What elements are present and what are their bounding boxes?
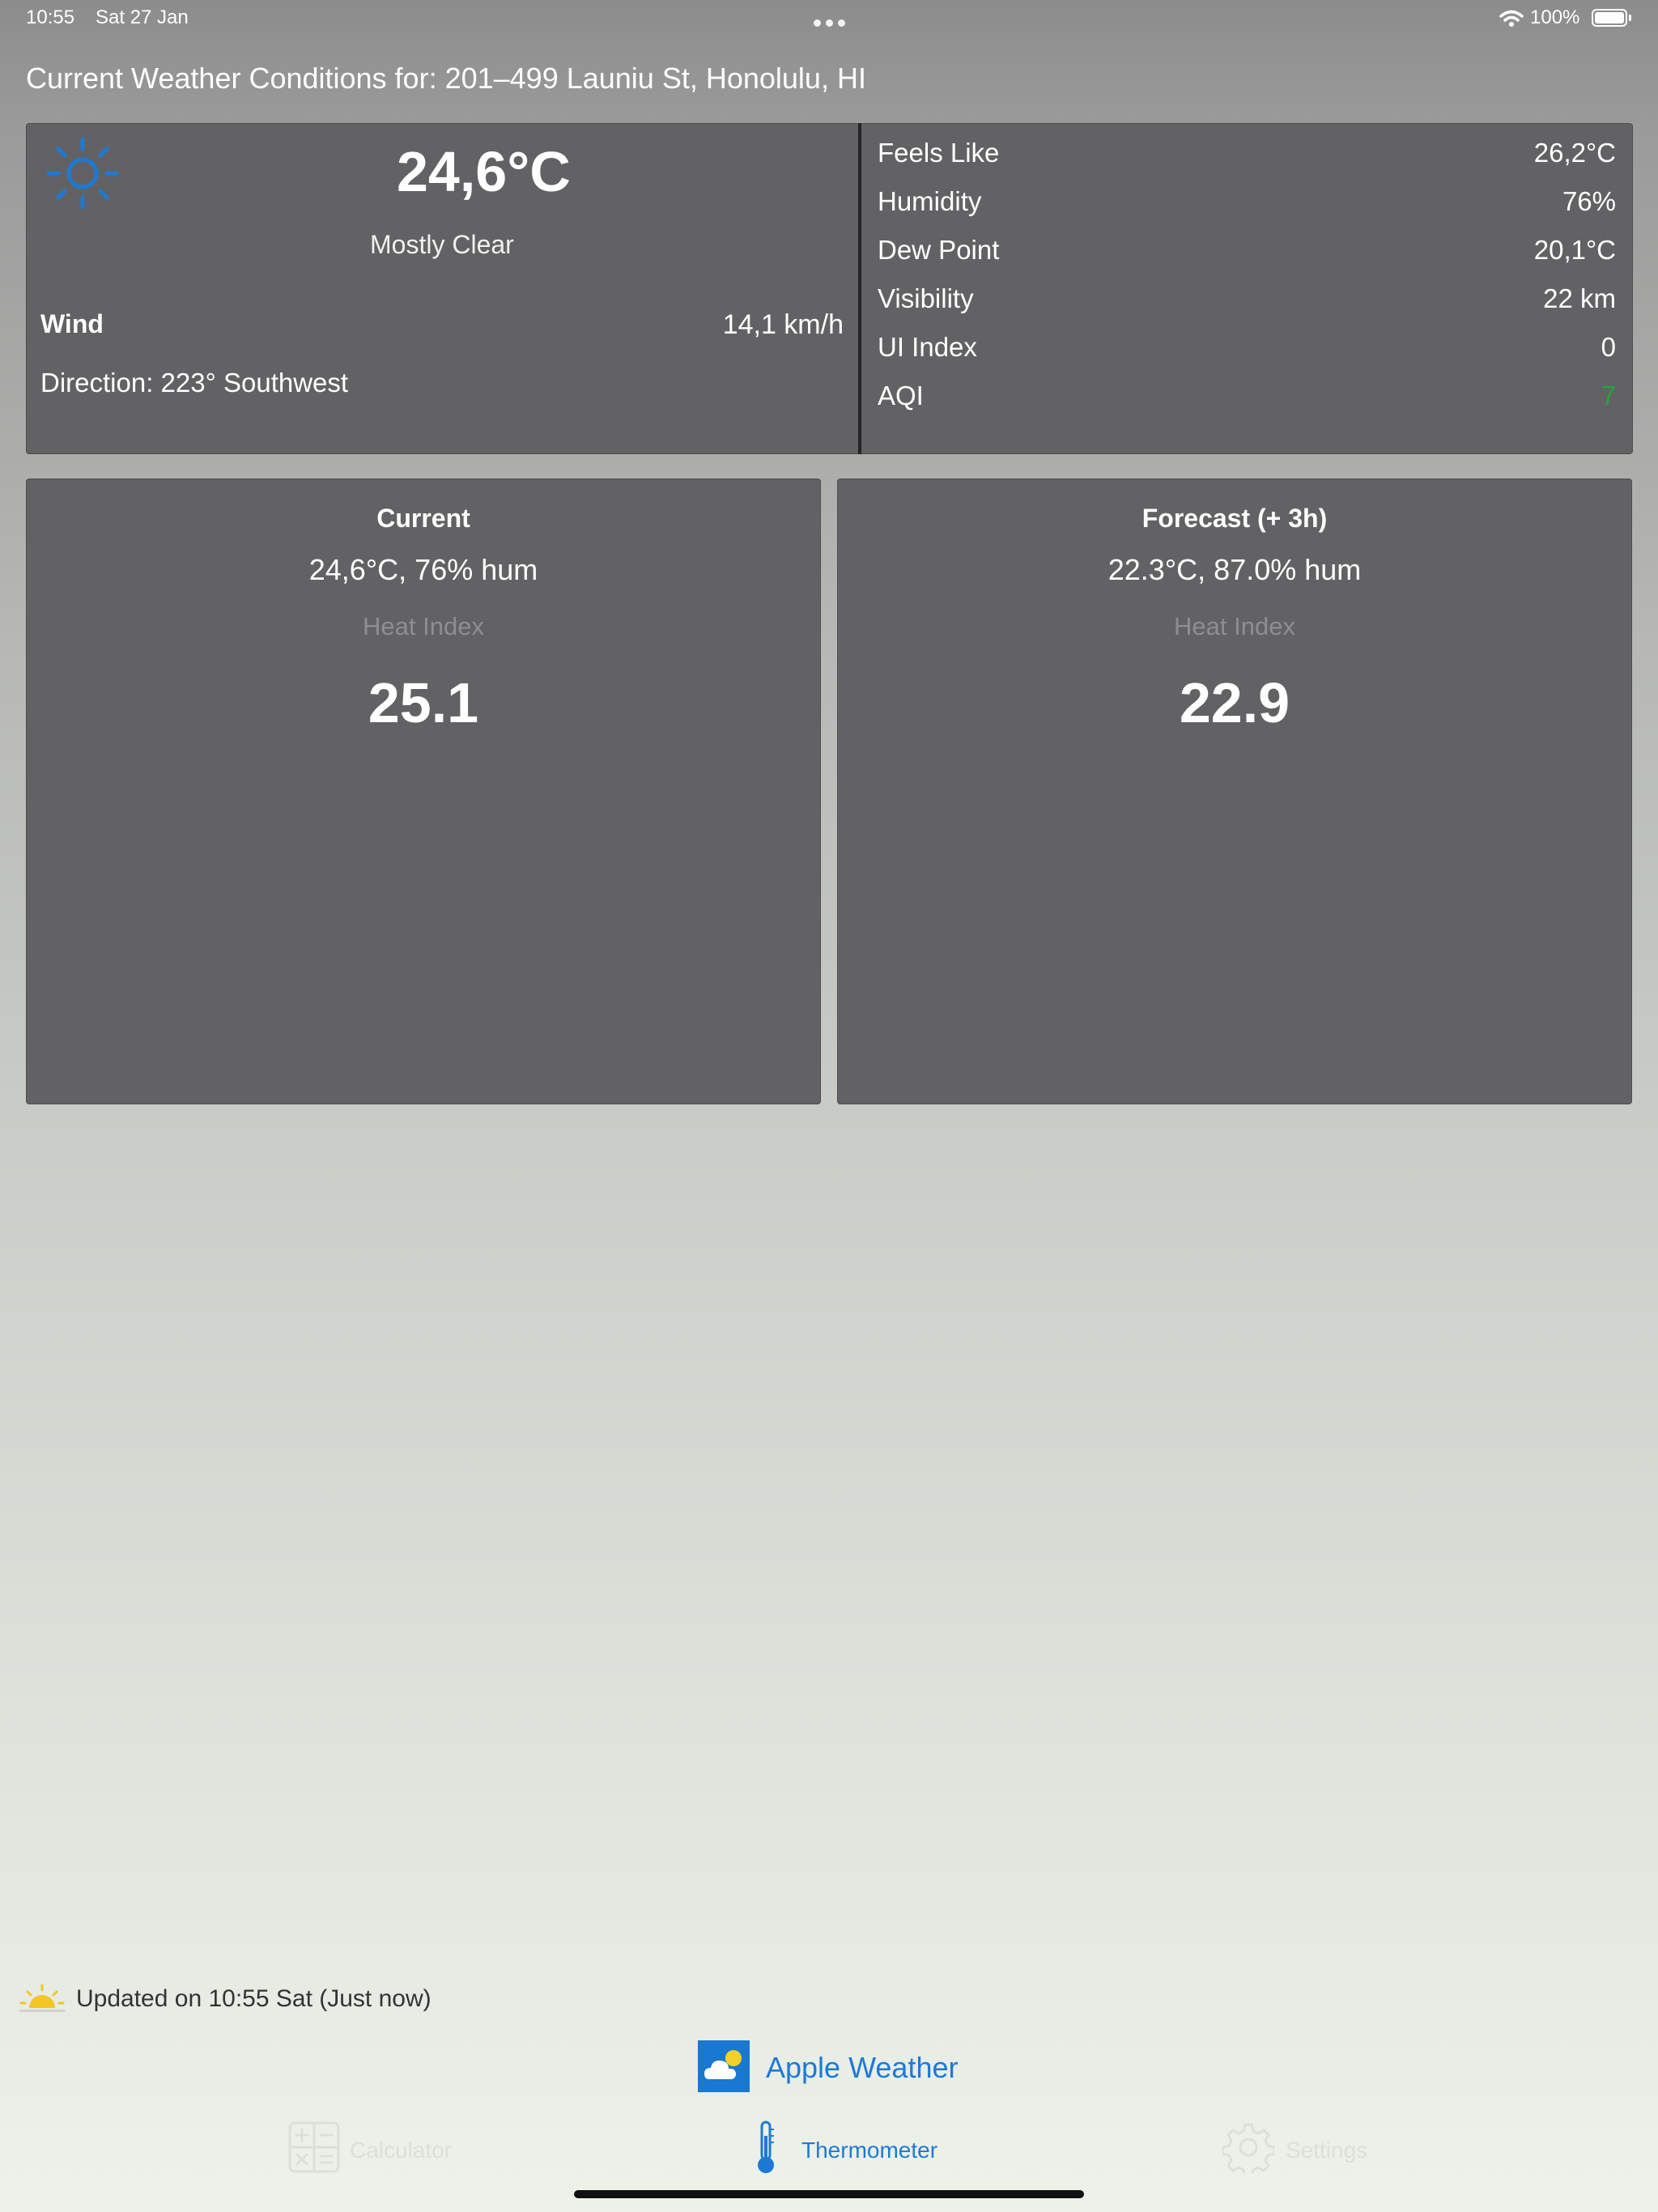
page-title: Current Weather Conditions for: 201–499 … bbox=[26, 62, 866, 95]
home-indicator[interactable] bbox=[574, 2190, 1084, 2198]
calculator-icon[interactable] bbox=[288, 2121, 340, 2173]
battery-icon bbox=[1592, 9, 1627, 27]
wind-direction: Direction: 223° Southwest bbox=[40, 368, 349, 398]
battery-nub bbox=[1629, 15, 1631, 21]
detail-row-feels-like: Feels Like 26,2°C bbox=[878, 138, 1616, 178]
heat-index-current-card: Current 24,6°C, 76% hum Heat Index 25.1 bbox=[26, 479, 821, 1104]
detail-label: Visibility bbox=[878, 283, 974, 313]
battery-percent: 100% bbox=[1530, 6, 1580, 28]
thermometer-icon[interactable] bbox=[753, 2120, 779, 2176]
weather-condition: Mostly Clear bbox=[370, 230, 514, 259]
tab-thermometer[interactable]: Thermometer bbox=[801, 2138, 937, 2163]
wind-speed: 14,1 km/h bbox=[722, 309, 844, 340]
detail-value: 26,2°C bbox=[1533, 138, 1616, 168]
card-divider bbox=[858, 123, 861, 454]
aqi-value: 7 bbox=[1601, 381, 1616, 410]
sun-icon bbox=[46, 137, 119, 210]
sunrise-icon bbox=[19, 1984, 65, 2012]
tab-settings[interactable]: Settings bbox=[1286, 2138, 1367, 2163]
detail-row-visibility: Visibility 22 km bbox=[878, 283, 1616, 324]
detail-label: AQI bbox=[878, 381, 924, 410]
detail-label: Dew Point bbox=[878, 235, 1000, 265]
detail-value: 0 bbox=[1601, 332, 1616, 362]
detail-label: Humidity bbox=[878, 186, 982, 216]
detail-value: 20,1°C bbox=[1533, 235, 1616, 265]
heat-index-forecast-card: Forecast (+ 3h) 22.3°C, 87.0% hum Heat I… bbox=[837, 479, 1632, 1104]
detail-label: UI Index bbox=[878, 332, 977, 362]
gear-icon[interactable] bbox=[1222, 2121, 1274, 2173]
status-date: Sat 27 Jan bbox=[96, 6, 189, 28]
heat-index-label: Heat Index bbox=[363, 612, 484, 640]
detail-row-humidity: Humidity 76% bbox=[878, 186, 1616, 227]
status-time: 10:55 bbox=[26, 6, 75, 28]
detail-row-uv-index: UI Index 0 bbox=[878, 332, 1616, 372]
card-title: Forecast (+ 3h) bbox=[1141, 504, 1328, 533]
apple-weather-link[interactable]: Apple Weather bbox=[766, 2051, 958, 2085]
detail-row-dew-point: Dew Point 20,1°C bbox=[878, 235, 1616, 275]
multitasking-dots-icon[interactable] bbox=[811, 16, 848, 31]
heat-index-value: 25.1 bbox=[368, 671, 479, 734]
apple-weather-logo-icon[interactable] bbox=[698, 2040, 750, 2092]
card-subtitle: 22.3°C, 87.0% hum bbox=[1107, 553, 1362, 586]
wifi-icon bbox=[1499, 10, 1524, 27]
wind-label: Wind bbox=[40, 309, 104, 338]
tab-calculator[interactable]: Calculator bbox=[350, 2138, 452, 2163]
heat-index-label: Heat Index bbox=[1174, 612, 1295, 640]
updated-status: Updated on 10:55 Sat (Just now) bbox=[76, 1985, 432, 2012]
detail-label: Feels Like bbox=[878, 138, 1000, 168]
current-temperature: 24,6°C bbox=[397, 140, 571, 203]
card-subtitle: 24,6°C, 76% hum bbox=[308, 553, 538, 586]
detail-row-aqi: AQI 7 bbox=[878, 381, 1616, 421]
card-title: Current bbox=[376, 504, 470, 533]
detail-value: 76% bbox=[1562, 186, 1616, 216]
heat-index-value: 22.9 bbox=[1179, 671, 1290, 734]
detail-value: 22 km bbox=[1543, 283, 1616, 313]
